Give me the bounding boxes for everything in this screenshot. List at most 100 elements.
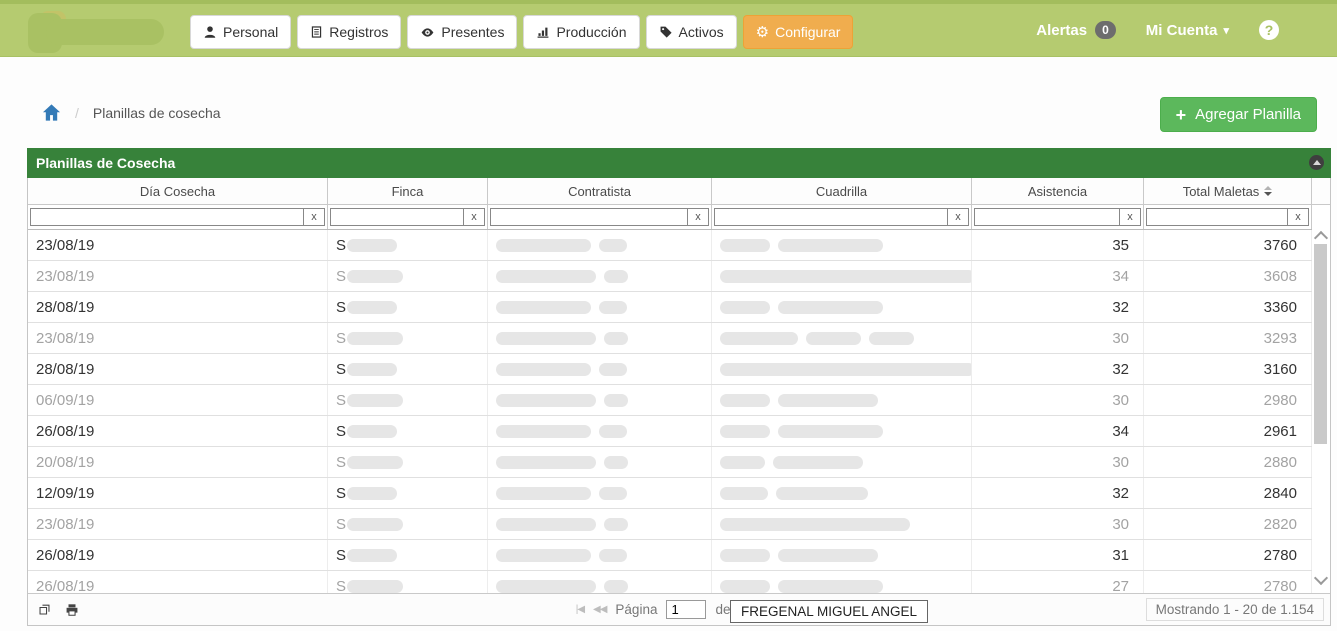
finca-prefix: S bbox=[336, 268, 346, 285]
logo[interactable] bbox=[26, 11, 166, 53]
alerts-button[interactable]: Alertas 0 bbox=[1036, 21, 1116, 39]
table-row[interactable]: 28/08/19S323360 bbox=[28, 292, 1312, 323]
cell-finca: S bbox=[328, 261, 488, 291]
cell-cuadrilla bbox=[712, 261, 972, 291]
harvest-date: 28/08/19 bbox=[36, 361, 94, 378]
cell-contratista bbox=[488, 323, 712, 353]
clear-filter-button-cuadrilla[interactable]: x bbox=[948, 208, 969, 226]
scrollbar-thumb[interactable] bbox=[1314, 244, 1327, 444]
column-header-total[interactable]: Total Maletas bbox=[1144, 178, 1312, 204]
redacted-text bbox=[720, 301, 770, 314]
cell-finca: S bbox=[328, 478, 488, 508]
collapse-panel-icon[interactable] bbox=[1309, 155, 1324, 170]
logo-redacted-blob bbox=[46, 19, 164, 45]
breadcrumb: / Planillas de cosecha bbox=[42, 103, 221, 122]
filter-input-dia[interactable] bbox=[30, 208, 304, 226]
filter-input-total[interactable] bbox=[1146, 208, 1288, 226]
nav-button-label: Personal bbox=[223, 24, 278, 40]
redacted-text bbox=[720, 332, 798, 345]
nav-button-presentes[interactable]: Presentes bbox=[407, 15, 517, 49]
attendance-value: 30 bbox=[1112, 516, 1129, 533]
table-row[interactable]: 26/08/19S342961 bbox=[28, 416, 1312, 447]
column-header-cuadrilla[interactable]: Cuadrilla bbox=[712, 178, 972, 204]
total-maletas-value: 3608 bbox=[1264, 268, 1297, 285]
cell-cuadrilla bbox=[712, 416, 972, 446]
cell-cuadrilla bbox=[712, 447, 972, 477]
redacted-text bbox=[347, 518, 403, 531]
tag-icon bbox=[659, 25, 673, 39]
list-icon bbox=[310, 25, 323, 39]
table-row[interactable]: 23/08/19S303293 bbox=[28, 323, 1312, 354]
filter-input-cuadrilla[interactable] bbox=[714, 208, 948, 226]
clear-filter-button-asistencia[interactable]: x bbox=[1120, 208, 1141, 226]
panel-title: Planillas de Cosecha bbox=[36, 155, 175, 171]
column-header-asistencia[interactable]: Asistencia bbox=[972, 178, 1144, 204]
breadcrumb-current: Planillas de cosecha bbox=[93, 105, 221, 121]
cell-contratista bbox=[488, 540, 712, 570]
redacted-text bbox=[604, 580, 628, 593]
cell-total-maletas: 3760 bbox=[1144, 230, 1312, 260]
redacted-text bbox=[347, 580, 403, 593]
first-page-icon[interactable]: |◀ bbox=[576, 604, 584, 615]
redacted-text bbox=[778, 239, 883, 252]
redacted-text bbox=[347, 270, 403, 283]
cell-dia-cosecha: 06/09/19 bbox=[28, 385, 328, 415]
cell-finca: S bbox=[328, 230, 488, 260]
redacted-text bbox=[604, 394, 628, 407]
page-number-input[interactable] bbox=[666, 600, 706, 619]
table-row[interactable]: 28/08/19S323160 bbox=[28, 354, 1312, 385]
redacted-text bbox=[347, 549, 397, 562]
redacted-text bbox=[599, 425, 627, 438]
home-icon[interactable] bbox=[42, 103, 61, 122]
filter-input-contratista[interactable] bbox=[490, 208, 688, 226]
prev-page-icon[interactable]: ◀◀ bbox=[593, 604, 606, 615]
table-row[interactable]: 23/08/19S353760 bbox=[28, 230, 1312, 261]
cell-total-maletas: 2820 bbox=[1144, 509, 1312, 539]
nav-button-personal[interactable]: Personal bbox=[190, 15, 291, 49]
table-row[interactable]: 23/08/19S302820 bbox=[28, 509, 1312, 540]
cell-total-maletas: 3160 bbox=[1144, 354, 1312, 384]
clear-filter-button-dia[interactable]: x bbox=[304, 208, 325, 226]
total-maletas-value: 2880 bbox=[1264, 454, 1297, 471]
scroll-up-icon[interactable] bbox=[1314, 231, 1328, 245]
cell-finca: S bbox=[328, 416, 488, 446]
app-page: Personal RegistrosPresentes Producción Acti… bbox=[0, 0, 1337, 631]
table-row[interactable]: 26/08/19S312780 bbox=[28, 540, 1312, 571]
nav-button-produccion[interactable]: Producción bbox=[523, 15, 639, 49]
nav-button-configurar[interactable]: ⚙Configurar bbox=[743, 15, 854, 49]
cell-cuadrilla bbox=[712, 478, 972, 508]
clear-filter-button-finca[interactable]: x bbox=[464, 208, 485, 226]
scroll-down-icon[interactable] bbox=[1314, 571, 1328, 585]
column-header-dia[interactable]: Día Cosecha bbox=[28, 178, 328, 204]
column-header-finca[interactable]: Finca bbox=[328, 178, 488, 204]
harvest-date: 23/08/19 bbox=[36, 330, 94, 347]
harvest-date: 20/08/19 bbox=[36, 454, 94, 471]
table-row[interactable]: 12/09/19S322840 bbox=[28, 478, 1312, 509]
cell-cuadrilla bbox=[712, 292, 972, 322]
table-row[interactable]: 26/08/19S272780 bbox=[28, 571, 1312, 593]
total-maletas-value: 2780 bbox=[1264, 547, 1297, 564]
table-row[interactable]: 06/09/19S302980 bbox=[28, 385, 1312, 416]
cell-finca: S bbox=[328, 447, 488, 477]
clear-filter-button-contratista[interactable]: x bbox=[688, 208, 709, 226]
finca-prefix: S bbox=[336, 392, 346, 409]
harvest-date: 26/08/19 bbox=[36, 547, 94, 564]
clear-filter-button-total[interactable]: x bbox=[1288, 208, 1309, 226]
nav-button-registros[interactable]: Registros bbox=[297, 15, 401, 49]
column-header-contratista[interactable]: Contratista bbox=[488, 178, 712, 204]
help-icon[interactable]: ? bbox=[1259, 20, 1279, 40]
column-header-label: Asistencia bbox=[1028, 184, 1087, 199]
table-row[interactable]: 23/08/19S343608 bbox=[28, 261, 1312, 292]
filter-input-finca[interactable] bbox=[330, 208, 464, 226]
finca-prefix: S bbox=[336, 299, 346, 316]
nav-button-label: Producción bbox=[556, 24, 626, 40]
grid-rows: 23/08/19S35376023/08/19S34360828/08/19S3… bbox=[28, 230, 1312, 593]
table-row[interactable]: 20/08/19S302880 bbox=[28, 447, 1312, 478]
cell-dia-cosecha: 28/08/19 bbox=[28, 354, 328, 384]
nav-button-activos[interactable]: Activos bbox=[646, 15, 737, 49]
redacted-text bbox=[778, 394, 878, 407]
add-planilla-button[interactable]: + Agregar Planilla bbox=[1160, 97, 1317, 132]
vertical-scrollbar bbox=[1312, 228, 1330, 591]
filter-input-asistencia[interactable] bbox=[974, 208, 1120, 226]
my-account-menu[interactable]: Mi Cuenta ▾ bbox=[1146, 22, 1229, 39]
